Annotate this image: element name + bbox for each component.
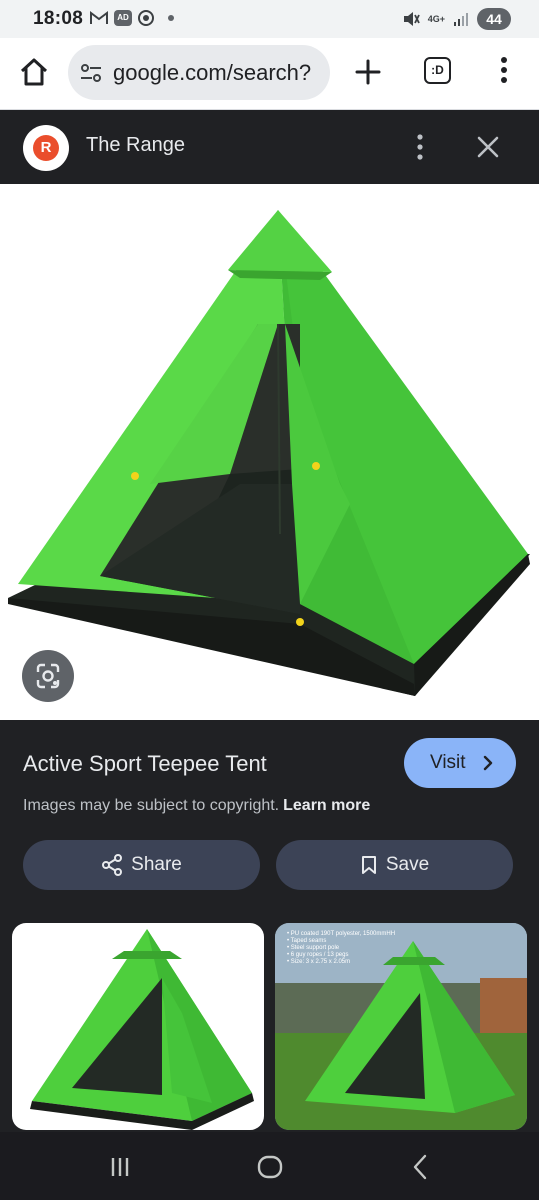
copyright-notice: Images may be subject to copyright. Learn… xyxy=(23,797,370,815)
tab-switcher-button[interactable]: :D xyxy=(424,57,451,84)
home-nav-icon[interactable] xyxy=(255,1152,285,1182)
back-icon[interactable] xyxy=(406,1152,436,1182)
notification-dot-icon xyxy=(168,15,174,21)
spec-line: • Size: 3 x 2.75 x 2.05m xyxy=(287,959,351,965)
learn-more-link[interactable]: Learn more xyxy=(283,797,370,814)
mute-icon xyxy=(403,12,420,26)
url-text[interactable]: google.com/search? xyxy=(113,60,311,86)
site-settings-icon[interactable] xyxy=(80,63,102,83)
save-button[interactable]: Save xyxy=(276,840,513,890)
related-image-thumbnail[interactable]: • PU coated 190T polyester, 1500mmHH • T… xyxy=(275,923,527,1130)
related-image-thumbnail[interactable] xyxy=(12,923,264,1130)
spec-line: • 6 guy ropes / 13 pegs xyxy=(287,952,349,958)
google-lens-icon xyxy=(36,663,60,689)
network-type: 4G+ xyxy=(427,13,445,24)
spec-line: • PU coated 190T polyester, 1500mmHH xyxy=(287,931,396,937)
battery-icon: 44 xyxy=(477,8,511,30)
copyright-text: Images may be subject to copyright. xyxy=(23,797,280,814)
system-navigation-bar xyxy=(0,1132,539,1200)
recent-apps-icon[interactable] xyxy=(105,1152,135,1182)
signal-icon xyxy=(454,13,468,26)
lens-search-button[interactable] xyxy=(22,650,74,702)
image-source-header: R The Range xyxy=(0,110,539,184)
ad-app-icon: AD xyxy=(114,10,132,26)
more-menu-icon[interactable] xyxy=(492,54,516,86)
chrome-icon xyxy=(138,10,154,26)
site-name[interactable]: The Range xyxy=(86,134,185,157)
visit-button[interactable]: Visit xyxy=(404,738,516,788)
status-bar: 18:08 AD 4G+ 44 xyxy=(0,0,539,38)
status-left-icons: AD xyxy=(90,10,174,26)
share-icon xyxy=(102,854,123,876)
address-bar[interactable]: google.com/search? xyxy=(68,45,330,100)
status-time: 18:08 xyxy=(33,8,84,29)
new-tab-icon[interactable] xyxy=(352,56,384,88)
main-product-image[interactable] xyxy=(0,184,539,720)
visit-button-label: Visit xyxy=(430,752,466,773)
screen: 18:08 AD 4G+ 44 google.com/search?:D R … xyxy=(0,0,539,1200)
status-right: 4G+ 44 xyxy=(402,8,511,30)
close-icon[interactable] xyxy=(474,133,502,161)
result-info-panel: Active Sport Teepee Tent Visit Images ma… xyxy=(0,720,539,1130)
result-title: Active Sport Teepee Tent xyxy=(23,751,267,776)
home-icon[interactable] xyxy=(18,56,50,88)
spec-line: • Steel support pole xyxy=(287,945,340,951)
site-logo-letter: R xyxy=(33,135,59,161)
thumbnail-tent-image xyxy=(30,929,254,1130)
thumbnail-spec-list: • PU coated 190T polyester, 1500mmHH • T… xyxy=(287,931,395,966)
bookmark-icon xyxy=(361,856,376,874)
chevron-right-icon xyxy=(483,755,493,771)
browser-toolbar: google.com/search? :D xyxy=(0,38,539,110)
gmail-icon xyxy=(90,11,108,24)
share-button[interactable]: Share xyxy=(23,840,260,890)
save-label: Save xyxy=(385,854,430,875)
spec-line: • Taped seams xyxy=(287,938,327,944)
share-label: Share xyxy=(131,854,182,875)
tent-illustration xyxy=(8,210,530,696)
source-more-icon[interactable] xyxy=(410,132,430,162)
site-logo: R xyxy=(23,125,69,171)
